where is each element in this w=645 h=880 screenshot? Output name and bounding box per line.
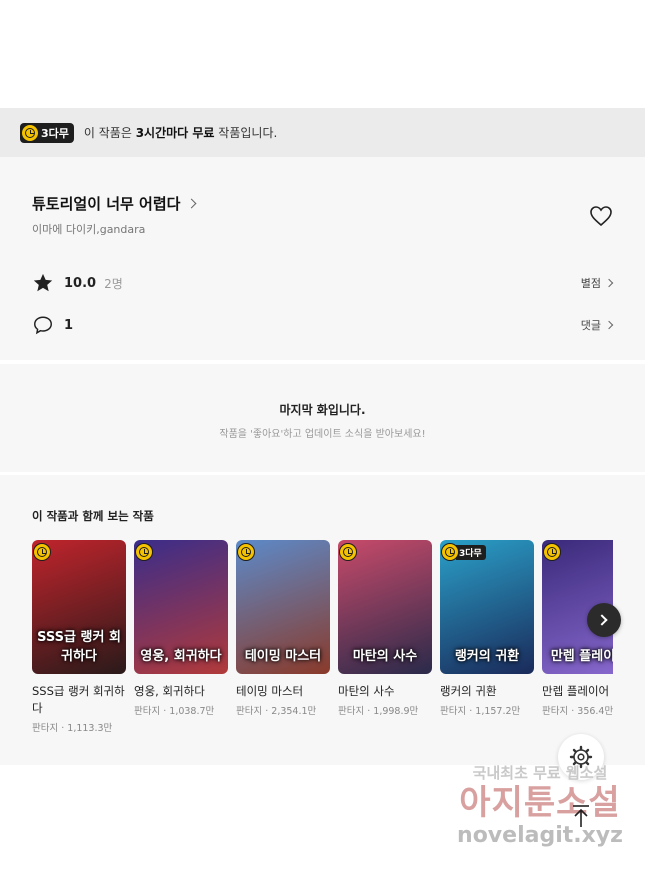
wait-free-overlay — [340, 544, 356, 560]
recommendation-card[interactable]: 테이밍 마스터 테이밍 마스터 판타지 · 2,354.1만 — [236, 540, 330, 717]
page: 3다무 이 작품은 3시간마다 무료 작품입니다. 튜토리얼이 너무 어렵다 이… — [0, 0, 645, 880]
clock-icon — [34, 544, 50, 560]
rating-link-label: 별점 — [580, 277, 601, 290]
watermark-line3: novelagit.xyz — [457, 823, 623, 848]
cover-badge: 3다무 — [456, 544, 486, 560]
cover-image[interactable]: 마탄의 사수 — [338, 540, 432, 674]
clock-icon — [136, 544, 152, 560]
recommendations-carousel: SSS급 랭커 회귀하다 SSS급 랭커 회귀하다판타지 · 1,113.3만 영웅… — [32, 540, 613, 750]
last-episode-subtext: 작품을 '좋아요'하고 업데이트 소식을 받아보세요! — [219, 429, 426, 440]
clock-icon — [442, 544, 458, 560]
last-episode-heading: 마지막 화입니다. — [279, 403, 366, 417]
wait-free-overlay — [136, 544, 152, 560]
watermark-line1: 국내최초 무료 웹소설 — [472, 764, 608, 782]
card-meta: 판타지 · 1,038.7만 — [134, 706, 215, 717]
cover-title-art: 마탄의 사수 — [352, 649, 418, 664]
work-info-panel: 튜토리얼이 너무 어렵다 이마에 다이키,gandara 10.0 2명 별점 … — [0, 157, 645, 360]
chevron-right-icon — [604, 320, 614, 330]
free-notice-bar: 3다무 이 작품은 3시간마다 무료 작품입니다. — [0, 108, 645, 157]
card-title: 랭커의 귀환 — [440, 684, 497, 698]
cover-image[interactable]: SSS급 랭커 회귀하다 — [32, 540, 126, 674]
card-meta: 판타지 · 1,157.2만 — [440, 706, 521, 717]
card-title: 테이밍 마스터 — [236, 684, 304, 698]
wait-free-overlay: 3다무 — [442, 544, 486, 560]
wait-free-overlay — [238, 544, 254, 560]
cover-title-art: 랭커의 귀환 — [454, 649, 520, 664]
cover-title-art: SSS급 랭커 회귀하다 — [37, 630, 121, 664]
card-meta: 판타지 · 2,354.1만 — [236, 706, 317, 717]
watermark-line2: 아지툰소설 — [459, 783, 621, 823]
comment-icon — [34, 316, 52, 335]
card-meta: 판타지 · 1,113.3만 — [32, 723, 113, 734]
comment-link-label: 댓글 — [580, 319, 601, 332]
clock-icon — [238, 544, 254, 560]
comment-link[interactable]: 댓글 — [580, 317, 614, 333]
notice-text-bold: 3시간마다 무료 — [135, 126, 215, 140]
card-title: SSS급 랭커 회귀하다 — [32, 684, 125, 715]
clock-icon — [22, 124, 38, 141]
rating-value: 10.0 — [64, 275, 97, 291]
arrow-up-icon — [573, 805, 589, 827]
recommendation-card[interactable]: SSS급 랭커 회귀하다 SSS급 랭커 회귀하다판타지 · 1,113.3만 — [32, 540, 126, 734]
rating-count: 2명 — [104, 276, 123, 291]
work-title: 튜토리얼이 너무 어렵다 — [32, 195, 181, 213]
cover-image[interactable]: 3다무랭커의 귀환 — [440, 540, 534, 674]
comment-row: 1 댓글 — [32, 313, 614, 337]
cover-title-art: 만렙 플레이어 — [550, 649, 613, 664]
recommendations-panel: 이 작품과 함께 보는 작품 SSS급 랭커 회귀하다 SSS급 랭커 회귀하다판… — [0, 475, 645, 765]
star-icon — [33, 273, 53, 292]
cover-image[interactable]: 영웅, 회귀하다 — [134, 540, 228, 674]
clock-icon — [340, 544, 356, 560]
carousel-next-button[interactable] — [587, 603, 621, 637]
chevron-right-icon — [187, 198, 197, 209]
cover-image[interactable]: 테이밍 마스터 — [236, 540, 330, 674]
notice-text-suffix: 작품입니다. — [214, 126, 278, 140]
cover-title-art: 영웅, 회귀하다 — [140, 649, 222, 664]
clock-icon — [544, 544, 560, 560]
heart-icon[interactable] — [588, 204, 614, 228]
free-badge-label: 3다무 — [41, 126, 69, 140]
comment-count: 1 — [64, 317, 74, 333]
chevron-right-icon — [604, 278, 614, 288]
free-badge: 3다무 — [20, 122, 74, 143]
card-title: 영웅, 회귀하다 — [134, 684, 205, 698]
card-meta: 판타지 · 1,998.9만 — [338, 706, 419, 717]
card-title: 마탄의 사수 — [338, 684, 395, 698]
recommendation-card[interactable]: 3다무 랭커의 귀환 랭커의 귀환 판타지 · 1,157.2만 — [440, 540, 534, 717]
rating-link[interactable]: 별점 — [580, 275, 614, 291]
watermark: 국내최초 무료 웹소설 아지툰소설 novelagit.xyz — [440, 762, 640, 848]
cover-title-art: 테이밍 마스터 — [244, 649, 322, 664]
work-title-link[interactable]: 튜토리얼이 너무 어렵다 — [32, 193, 197, 214]
top-blank-area — [0, 0, 645, 108]
notice-text-prefix: 이 작품은 — [83, 126, 136, 140]
card-title: 만렙 플레이어 — [542, 684, 610, 698]
wait-free-overlay — [34, 544, 50, 560]
recommendations-heading: 이 작품과 함께 보는 작품 — [32, 509, 154, 523]
chevron-right-icon — [596, 614, 608, 626]
last-episode-panel: 마지막 화입니다. 작품을 '좋아요'하고 업데이트 소식을 받아보세요! — [0, 364, 645, 472]
work-authors: 이마에 다이키,gandara — [32, 223, 146, 236]
recommendation-card[interactable]: 영웅, 회귀하다 영웅, 회귀하다 판타지 · 1,038.7만 — [134, 540, 228, 717]
recommendation-card[interactable]: 마탄의 사수 마탄의 사수 판타지 · 1,998.9만 — [338, 540, 432, 717]
wait-free-overlay — [544, 544, 560, 560]
scroll-top-button[interactable] — [558, 794, 604, 840]
card-meta: 판타지 · 356.4만 — [542, 706, 613, 717]
rating-row: 10.0 2명 별점 — [32, 271, 614, 295]
